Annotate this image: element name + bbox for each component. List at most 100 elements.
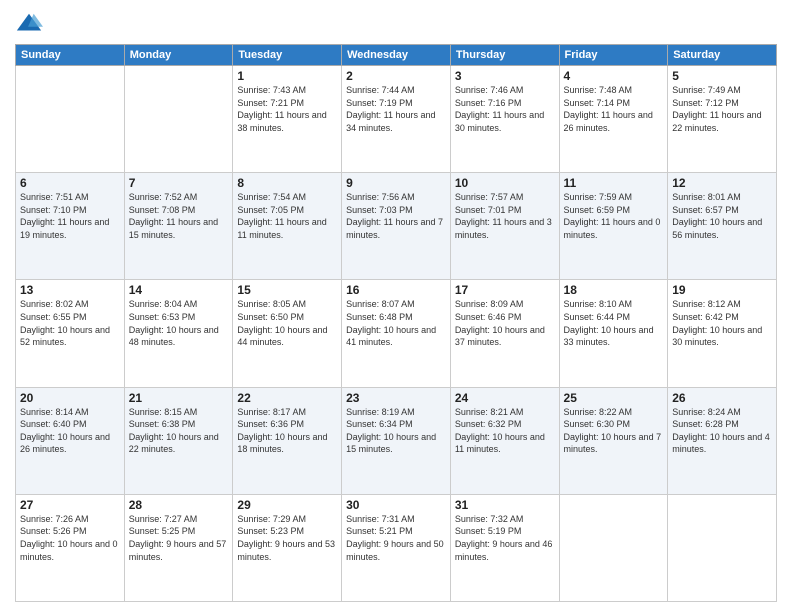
day-info: Sunrise: 8:14 AMSunset: 6:40 PMDaylight:… [20, 406, 120, 456]
day-number: 4 [564, 69, 664, 83]
day-number: 8 [237, 176, 337, 190]
day-number: 17 [455, 283, 555, 297]
day-info: Sunrise: 7:49 AMSunset: 7:12 PMDaylight:… [672, 84, 772, 134]
day-number: 31 [455, 498, 555, 512]
day-info: Sunrise: 7:44 AMSunset: 7:19 PMDaylight:… [346, 84, 446, 134]
day-info: Sunrise: 7:46 AMSunset: 7:16 PMDaylight:… [455, 84, 555, 134]
day-number: 21 [129, 391, 229, 405]
calendar-cell [124, 66, 233, 173]
day-number: 5 [672, 69, 772, 83]
day-number: 3 [455, 69, 555, 83]
day-info: Sunrise: 7:27 AMSunset: 5:25 PMDaylight:… [129, 513, 229, 563]
day-info: Sunrise: 7:43 AMSunset: 7:21 PMDaylight:… [237, 84, 337, 134]
calendar-cell: 27Sunrise: 7:26 AMSunset: 5:26 PMDayligh… [16, 494, 125, 601]
day-info: Sunrise: 7:56 AMSunset: 7:03 PMDaylight:… [346, 191, 446, 241]
day-info: Sunrise: 8:01 AMSunset: 6:57 PMDaylight:… [672, 191, 772, 241]
day-info: Sunrise: 7:54 AMSunset: 7:05 PMDaylight:… [237, 191, 337, 241]
weekday-header-friday: Friday [559, 45, 668, 66]
calendar-cell: 24Sunrise: 8:21 AMSunset: 6:32 PMDayligh… [450, 387, 559, 494]
day-number: 24 [455, 391, 555, 405]
calendar-cell: 1Sunrise: 7:43 AMSunset: 7:21 PMDaylight… [233, 66, 342, 173]
day-number: 12 [672, 176, 772, 190]
calendar-cell [16, 66, 125, 173]
day-info: Sunrise: 7:29 AMSunset: 5:23 PMDaylight:… [237, 513, 337, 563]
calendar-cell: 15Sunrise: 8:05 AMSunset: 6:50 PMDayligh… [233, 280, 342, 387]
day-info: Sunrise: 8:24 AMSunset: 6:28 PMDaylight:… [672, 406, 772, 456]
calendar-cell: 26Sunrise: 8:24 AMSunset: 6:28 PMDayligh… [668, 387, 777, 494]
day-info: Sunrise: 8:02 AMSunset: 6:55 PMDaylight:… [20, 298, 120, 348]
day-info: Sunrise: 7:32 AMSunset: 5:19 PMDaylight:… [455, 513, 555, 563]
day-info: Sunrise: 8:15 AMSunset: 6:38 PMDaylight:… [129, 406, 229, 456]
calendar-table: SundayMondayTuesdayWednesdayThursdayFrid… [15, 44, 777, 602]
day-number: 15 [237, 283, 337, 297]
day-number: 7 [129, 176, 229, 190]
weekday-header-monday: Monday [124, 45, 233, 66]
calendar-cell: 25Sunrise: 8:22 AMSunset: 6:30 PMDayligh… [559, 387, 668, 494]
week-row-5: 27Sunrise: 7:26 AMSunset: 5:26 PMDayligh… [16, 494, 777, 601]
day-info: Sunrise: 8:17 AMSunset: 6:36 PMDaylight:… [237, 406, 337, 456]
day-number: 22 [237, 391, 337, 405]
day-number: 30 [346, 498, 446, 512]
day-number: 10 [455, 176, 555, 190]
calendar-cell [559, 494, 668, 601]
week-row-4: 20Sunrise: 8:14 AMSunset: 6:40 PMDayligh… [16, 387, 777, 494]
day-info: Sunrise: 7:48 AMSunset: 7:14 PMDaylight:… [564, 84, 664, 134]
week-row-3: 13Sunrise: 8:02 AMSunset: 6:55 PMDayligh… [16, 280, 777, 387]
day-number: 20 [20, 391, 120, 405]
weekday-header-tuesday: Tuesday [233, 45, 342, 66]
day-number: 14 [129, 283, 229, 297]
day-info: Sunrise: 8:19 AMSunset: 6:34 PMDaylight:… [346, 406, 446, 456]
day-number: 13 [20, 283, 120, 297]
day-info: Sunrise: 7:57 AMSunset: 7:01 PMDaylight:… [455, 191, 555, 241]
day-number: 16 [346, 283, 446, 297]
calendar-cell: 3Sunrise: 7:46 AMSunset: 7:16 PMDaylight… [450, 66, 559, 173]
calendar-page: SundayMondayTuesdayWednesdayThursdayFrid… [0, 0, 792, 612]
logo [15, 10, 47, 38]
day-number: 29 [237, 498, 337, 512]
logo-icon [15, 10, 43, 38]
calendar-cell: 12Sunrise: 8:01 AMSunset: 6:57 PMDayligh… [668, 173, 777, 280]
week-row-2: 6Sunrise: 7:51 AMSunset: 7:10 PMDaylight… [16, 173, 777, 280]
calendar-cell: 30Sunrise: 7:31 AMSunset: 5:21 PMDayligh… [342, 494, 451, 601]
calendar-cell: 29Sunrise: 7:29 AMSunset: 5:23 PMDayligh… [233, 494, 342, 601]
day-info: Sunrise: 8:12 AMSunset: 6:42 PMDaylight:… [672, 298, 772, 348]
calendar-cell: 11Sunrise: 7:59 AMSunset: 6:59 PMDayligh… [559, 173, 668, 280]
day-number: 18 [564, 283, 664, 297]
day-number: 11 [564, 176, 664, 190]
calendar-cell: 4Sunrise: 7:48 AMSunset: 7:14 PMDaylight… [559, 66, 668, 173]
day-number: 6 [20, 176, 120, 190]
day-info: Sunrise: 7:51 AMSunset: 7:10 PMDaylight:… [20, 191, 120, 241]
calendar-cell: 28Sunrise: 7:27 AMSunset: 5:25 PMDayligh… [124, 494, 233, 601]
day-number: 9 [346, 176, 446, 190]
calendar-cell: 8Sunrise: 7:54 AMSunset: 7:05 PMDaylight… [233, 173, 342, 280]
weekday-header-sunday: Sunday [16, 45, 125, 66]
calendar-cell: 20Sunrise: 8:14 AMSunset: 6:40 PMDayligh… [16, 387, 125, 494]
calendar-cell: 7Sunrise: 7:52 AMSunset: 7:08 PMDaylight… [124, 173, 233, 280]
calendar-cell: 17Sunrise: 8:09 AMSunset: 6:46 PMDayligh… [450, 280, 559, 387]
calendar-cell: 2Sunrise: 7:44 AMSunset: 7:19 PMDaylight… [342, 66, 451, 173]
calendar-cell: 10Sunrise: 7:57 AMSunset: 7:01 PMDayligh… [450, 173, 559, 280]
calendar-cell [668, 494, 777, 601]
day-number: 28 [129, 498, 229, 512]
day-number: 2 [346, 69, 446, 83]
calendar-cell: 21Sunrise: 8:15 AMSunset: 6:38 PMDayligh… [124, 387, 233, 494]
calendar-cell: 23Sunrise: 8:19 AMSunset: 6:34 PMDayligh… [342, 387, 451, 494]
calendar-cell: 14Sunrise: 8:04 AMSunset: 6:53 PMDayligh… [124, 280, 233, 387]
calendar-cell: 31Sunrise: 7:32 AMSunset: 5:19 PMDayligh… [450, 494, 559, 601]
calendar-cell: 22Sunrise: 8:17 AMSunset: 6:36 PMDayligh… [233, 387, 342, 494]
weekday-header-saturday: Saturday [668, 45, 777, 66]
day-number: 26 [672, 391, 772, 405]
day-info: Sunrise: 8:22 AMSunset: 6:30 PMDaylight:… [564, 406, 664, 456]
calendar-cell: 16Sunrise: 8:07 AMSunset: 6:48 PMDayligh… [342, 280, 451, 387]
calendar-cell: 13Sunrise: 8:02 AMSunset: 6:55 PMDayligh… [16, 280, 125, 387]
header [15, 10, 777, 38]
day-info: Sunrise: 7:52 AMSunset: 7:08 PMDaylight:… [129, 191, 229, 241]
day-info: Sunrise: 8:07 AMSunset: 6:48 PMDaylight:… [346, 298, 446, 348]
day-info: Sunrise: 8:21 AMSunset: 6:32 PMDaylight:… [455, 406, 555, 456]
day-number: 23 [346, 391, 446, 405]
day-info: Sunrise: 7:59 AMSunset: 6:59 PMDaylight:… [564, 191, 664, 241]
day-info: Sunrise: 7:31 AMSunset: 5:21 PMDaylight:… [346, 513, 446, 563]
day-number: 1 [237, 69, 337, 83]
week-row-1: 1Sunrise: 7:43 AMSunset: 7:21 PMDaylight… [16, 66, 777, 173]
calendar-cell: 19Sunrise: 8:12 AMSunset: 6:42 PMDayligh… [668, 280, 777, 387]
